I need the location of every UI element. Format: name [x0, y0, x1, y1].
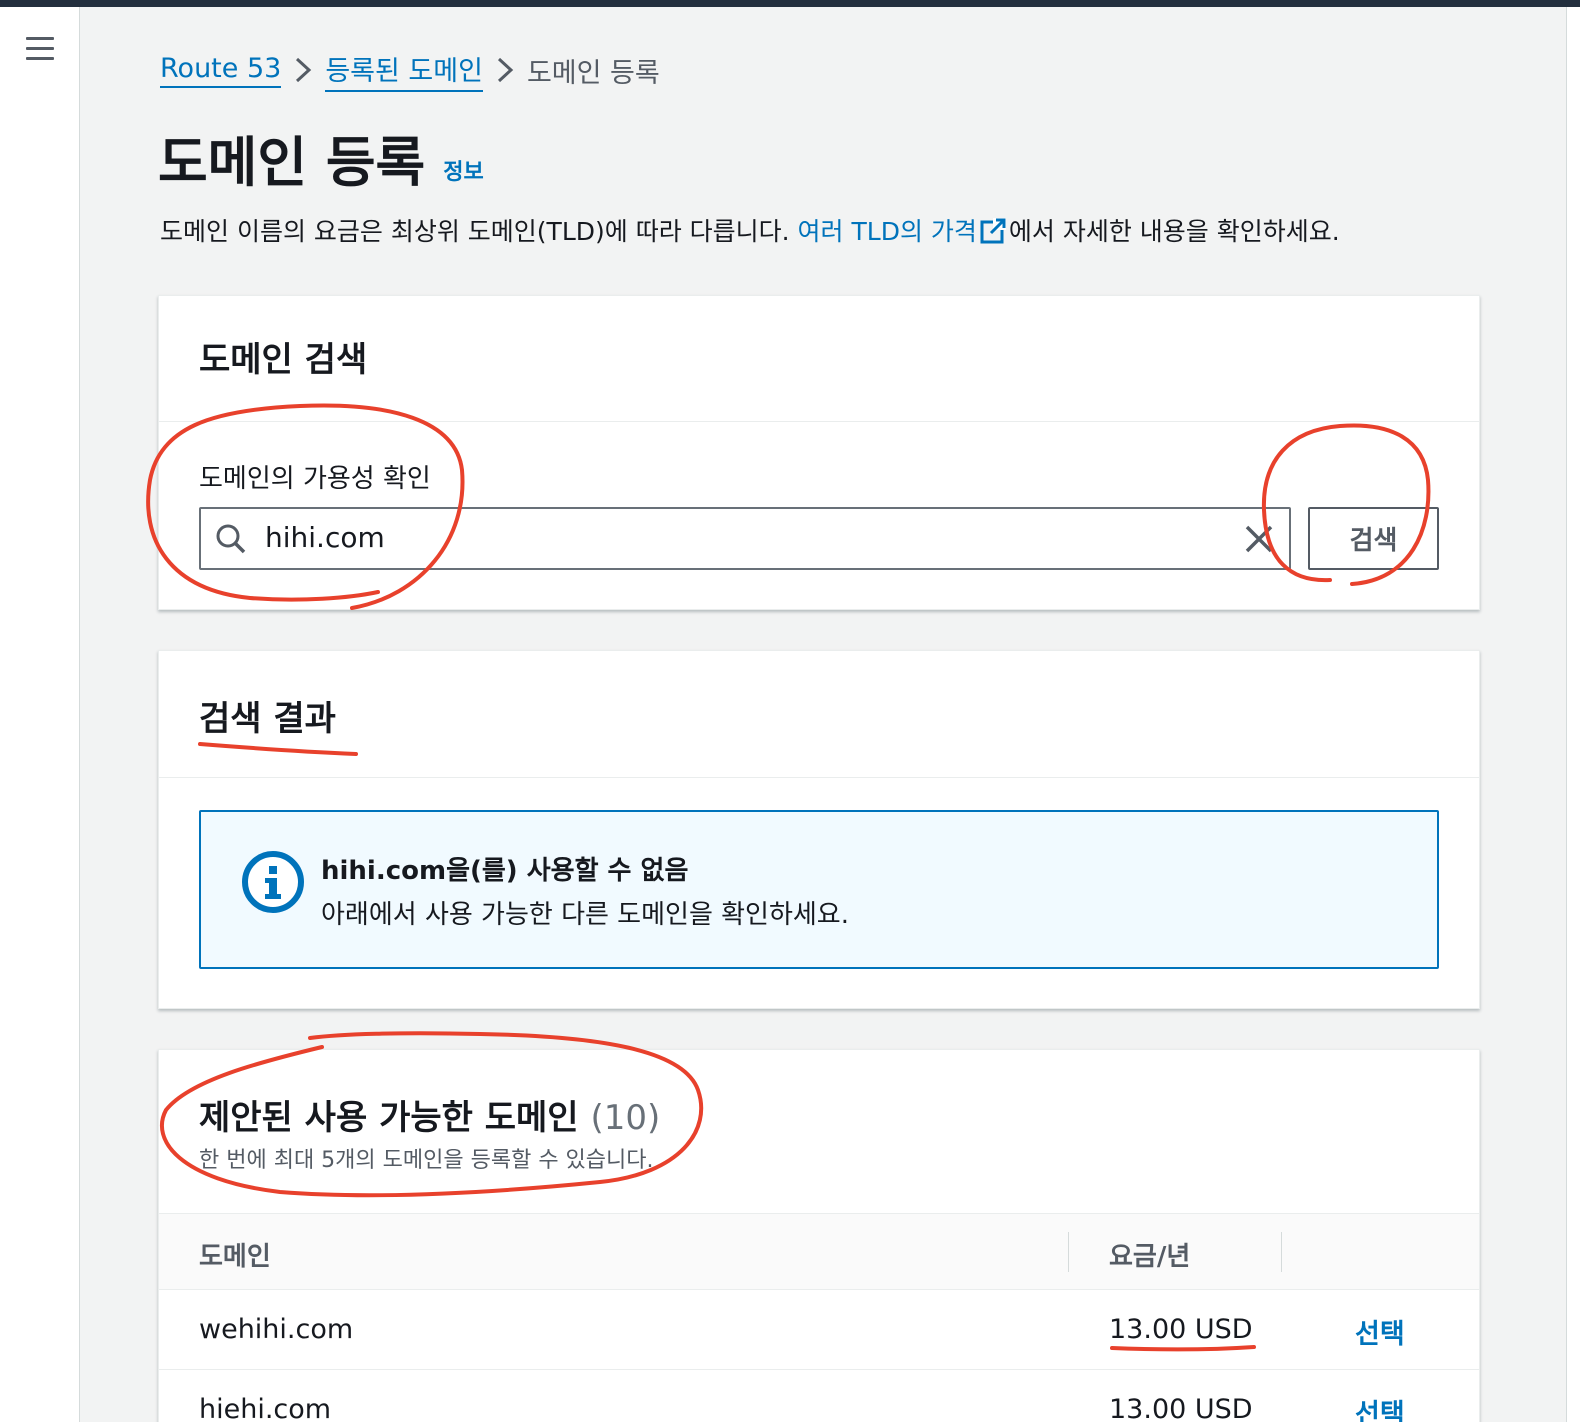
column-divider [1068, 1232, 1069, 1272]
side-navigation [0, 7, 80, 1422]
panel-title: 제안된 사용 가능한 도메인 (10) [199, 1090, 660, 1139]
column-header-domain[interactable]: 도메인 [199, 1236, 271, 1273]
info-circle-icon [241, 850, 305, 918]
tld-pricing-link-label: 여러 TLD의 가격 [797, 217, 977, 246]
availability-field-label: 도메인의 가용성 확인 [199, 464, 431, 494]
panel-title: 검색 결과 [199, 699, 336, 739]
table-row: hiehi.com 13.00 USD 선택 [159, 1370, 1479, 1422]
price-cell: 13.00 USD [1109, 1314, 1253, 1345]
info-link[interactable]: 정보 [443, 154, 483, 186]
breadcrumb: Route 53 등록된 도메인 도메인 등록 [160, 49, 660, 92]
page-header: 도메인 등록 정보 [158, 130, 484, 196]
table-row: wehihi.com 13.00 USD 선택 [159, 1290, 1479, 1370]
breadcrumb-route53-link[interactable]: Route 53 [160, 53, 282, 88]
domain-cell: wehihi.com [199, 1314, 354, 1345]
alert-title: hihi.com을(를) 사용할 수 없음 [321, 856, 689, 886]
tld-pricing-link[interactable]: 여러 TLD의 가격 [798, 217, 1009, 246]
chevron-right-icon [281, 56, 325, 84]
description-text: 도메인 이름의 요금은 최상위 도메인(TLD)에 따라 다릅니다. [160, 217, 798, 246]
chevron-right-icon [483, 56, 527, 84]
search-icon [215, 523, 247, 559]
alert-body: 아래에서 사용 가능한 다른 도메인을 확인하세요. [321, 900, 849, 930]
domain-search-input[interactable]: hihi.com [199, 507, 1291, 570]
column-header-price[interactable]: 요금/년 [1109, 1236, 1190, 1273]
panel-header: 검색 결과 [159, 651, 1479, 778]
search-results-panel: 검색 결과 hihi.com을(를) 사용할 수 없음 아래에서 사용 가능한 … [158, 650, 1480, 1009]
panel-header: 제안된 사용 가능한 도메인 (10) 한 번에 최대 5개의 도메인을 등록할… [159, 1050, 1479, 1214]
panel-title: 도메인 검색 [199, 340, 368, 380]
price-cell: 13.00 USD [1109, 1394, 1253, 1422]
external-link-icon [979, 217, 1007, 255]
page-title: 도메인 등록 [158, 131, 426, 194]
panel-header: 도메인 검색 [159, 296, 1479, 422]
column-divider [1281, 1232, 1282, 1272]
select-link[interactable]: 선택 [1355, 1392, 1405, 1422]
hamburger-menu-icon[interactable] [26, 37, 54, 63]
select-link[interactable]: 선택 [1355, 1312, 1405, 1351]
search-input-value: hihi.com [265, 521, 385, 554]
suggested-domains-panel: 제안된 사용 가능한 도메인 (10) 한 번에 최대 5개의 도메인을 등록할… [158, 1049, 1480, 1422]
breadcrumb-registered-domains-link[interactable]: 등록된 도메인 [325, 49, 483, 92]
domain-search-panel: 도메인 검색 도메인의 가용성 확인 hihi.com 검색 [158, 295, 1480, 610]
panel-subtitle: 한 번에 최대 5개의 도메인을 등록할 수 있습니다. [199, 1148, 654, 1173]
domain-count: (10) [590, 1098, 661, 1138]
domain-cell: hiehi.com [199, 1394, 332, 1422]
table-header: 도메인 요금/년 [159, 1214, 1479, 1290]
clear-icon[interactable] [1243, 523, 1275, 559]
breadcrumb-current: 도메인 등록 [526, 57, 660, 89]
page-description: 도메인 이름의 요금은 최상위 도메인(TLD)에 따라 다릅니다. 여러 TL… [160, 214, 1340, 255]
panel-title-text: 제안된 사용 가능한 도메인 [199, 1098, 579, 1138]
right-panel-edge [1566, 7, 1580, 1422]
search-button[interactable]: 검색 [1308, 507, 1439, 570]
unavailable-alert: hihi.com을(를) 사용할 수 없음 아래에서 사용 가능한 다른 도메인… [199, 810, 1439, 969]
description-suffix: 에서 자세한 내용을 확인하세요. [1008, 217, 1340, 246]
top-navigation-bar [0, 0, 1580, 7]
